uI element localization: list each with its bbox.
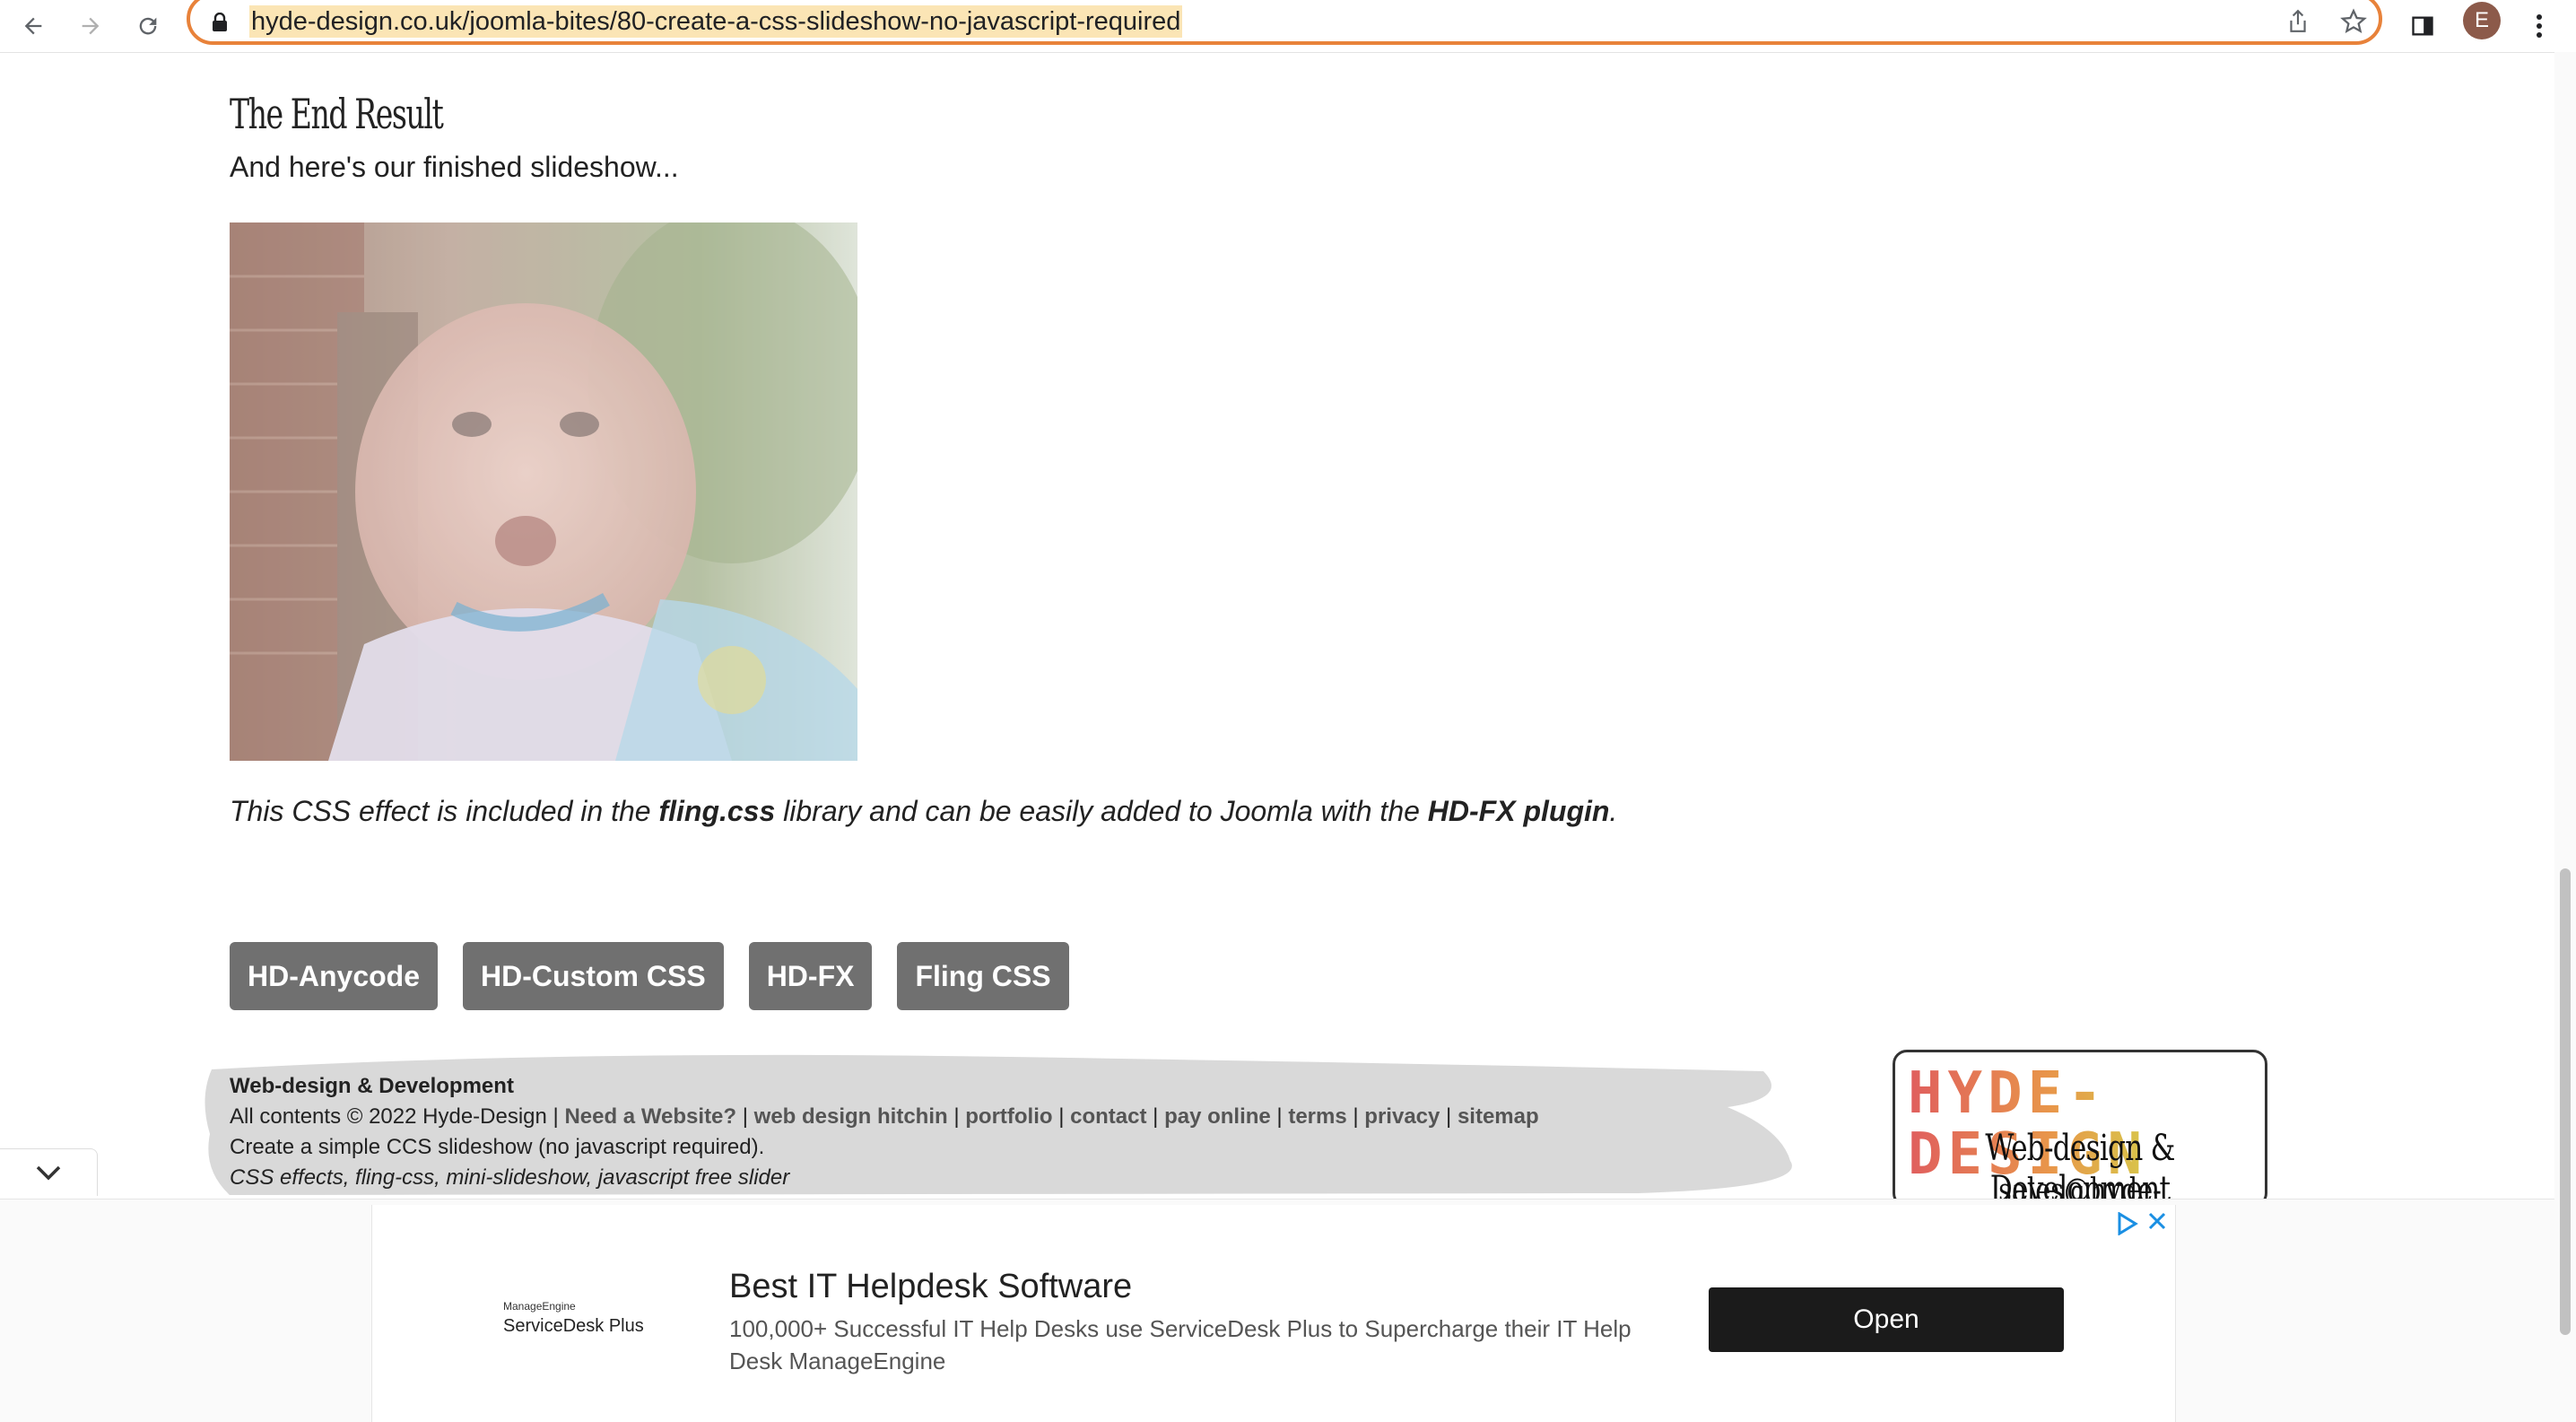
star-icon[interactable] [2336, 4, 2371, 39]
side-panel-icon[interactable] [2404, 7, 2441, 45]
profile-avatar[interactable]: E [2463, 2, 2501, 39]
hd-fx-plugin-link[interactable]: HD-FX plugin [1428, 795, 1610, 827]
footer-keywords: CSS effects, fling-css, mini-slideshow, … [230, 1165, 790, 1190]
tag-hd-fx[interactable]: HD-FX [748, 942, 873, 1010]
ad-title[interactable]: Best IT Helpdesk Software [729, 1268, 1132, 1306]
footer-description: Create a simple CCS slideshow (no javasc… [230, 1135, 765, 1159]
kebab-menu-icon[interactable] [2520, 7, 2558, 45]
footer-link-need-website[interactable]: Need a Website? [564, 1104, 736, 1129]
section-title: The End Result [230, 90, 444, 138]
back-arrow-icon[interactable] [14, 7, 52, 45]
scrollbar-thumb[interactable] [2560, 868, 2571, 1335]
tag-list: HD-Anycode HD-Custom CSS HD-FX Fling CSS [230, 942, 1069, 1010]
fling-css-link[interactable]: fling.css [658, 795, 775, 827]
footer-link-contact[interactable]: contact [1070, 1104, 1146, 1129]
ad-open-button[interactable]: Open [1709, 1287, 2064, 1352]
cut-off-text-line [230, 32, 2158, 52]
tag-hd-anycode[interactable]: HD-Anycode [230, 942, 439, 1010]
footer-links-line: All contents © 2022 Hyde-Design | Need a… [230, 1104, 1539, 1129]
slideshow-image [230, 222, 857, 761]
footer-link-privacy[interactable]: privacy [1364, 1104, 1440, 1129]
ad-description: 100,000+ Successful IT Help Desks use Se… [729, 1315, 1632, 1374]
forward-arrow-icon[interactable] [72, 7, 109, 45]
footer-link-terms[interactable]: terms [1288, 1104, 1346, 1129]
tag-hd-custom-css[interactable]: HD-Custom CSS [463, 942, 724, 1010]
ad-brand-small: ManageEngine [503, 1300, 576, 1313]
ad-choices-icon[interactable] [2116, 1211, 2139, 1242]
intro-text: And here's our finished slideshow... [230, 151, 679, 183]
chevron-down-icon [36, 1165, 61, 1181]
footer-link-portfolio[interactable]: portfolio [965, 1104, 1052, 1129]
ad-brand: ServiceDesk Plus [503, 1316, 644, 1336]
hyde-design-logo[interactable]: HYDE-DESIGN Web-design & Development sal… [1893, 1050, 2267, 1208]
page-scrollbar[interactable] [2554, 52, 2576, 1421]
lock-icon[interactable] [212, 12, 228, 32]
footer-link-sitemap[interactable]: sitemap [1458, 1104, 1539, 1129]
plugin-credit: This CSS effect is included in the fling… [230, 795, 1618, 827]
reload-icon[interactable] [129, 7, 167, 45]
ad-content[interactable]: ManageEngine ServiceDesk Plus Best IT He… [371, 1205, 2176, 1422]
tag-fling-css[interactable]: Fling CSS [897, 942, 1069, 1010]
ad-banner: ManageEngine ServiceDesk Plus Best IT He… [0, 1199, 2576, 1422]
collapse-ad-button[interactable] [0, 1148, 98, 1196]
share-icon[interactable] [2280, 4, 2316, 39]
footer-heading: Web-design & Development [230, 1074, 514, 1098]
footer-text: Web-design & Development All contents © … [230, 1071, 1539, 1193]
ad-close-icon[interactable] [2146, 1208, 2168, 1239]
footer-link-web-design-hitchin[interactable]: web design hitchin [754, 1104, 948, 1129]
footer-link-pay-online[interactable]: pay online [1164, 1104, 1271, 1129]
